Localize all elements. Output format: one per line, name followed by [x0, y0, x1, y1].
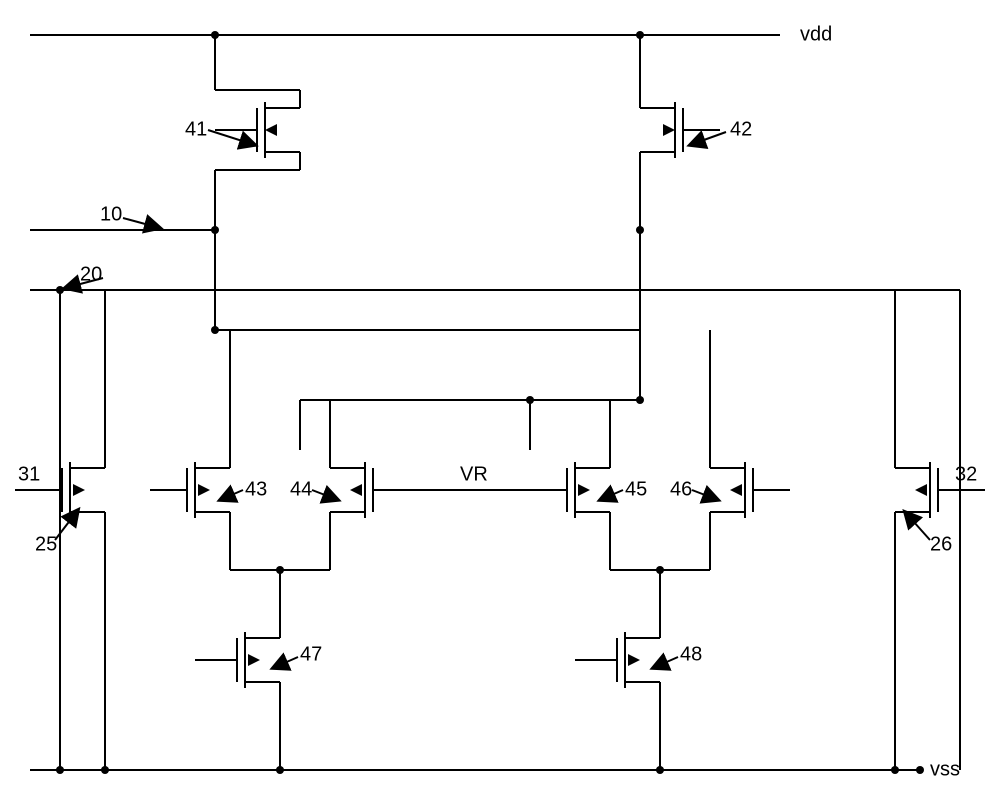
schematic-diagram: vdd vss 41 42 10 20 31 32 25 26 43 44 45…	[0, 0, 1000, 805]
q47-label: 47	[300, 643, 322, 665]
nmos-25	[50, 450, 105, 530]
q45-label: 45	[625, 478, 647, 500]
nmos-47	[225, 620, 280, 700]
vss-label: vss	[930, 758, 960, 780]
q42-label: 42	[730, 118, 752, 140]
nmos-45	[555, 450, 610, 530]
vdd-label: vdd	[800, 23, 832, 45]
q48-label: 48	[680, 643, 702, 665]
q41-label: 41	[185, 118, 207, 140]
nmos-46	[710, 450, 765, 530]
q25-label: 25	[35, 533, 57, 555]
q46-label: 46	[670, 478, 692, 500]
nmos-26	[895, 450, 950, 530]
q26-label: 26	[930, 533, 952, 555]
net-31-label: 31	[18, 463, 40, 485]
vr-label: VR	[460, 463, 488, 485]
net-32-label: 32	[955, 463, 977, 485]
pmos-41	[245, 90, 300, 170]
q43-label: 43	[245, 478, 267, 500]
q44-label: 44	[290, 478, 312, 500]
net-10-label: 10	[100, 203, 122, 225]
nmos-43	[175, 450, 230, 530]
nmos-48	[605, 620, 660, 700]
nmos-44	[330, 450, 385, 530]
pmos-42	[640, 90, 695, 170]
